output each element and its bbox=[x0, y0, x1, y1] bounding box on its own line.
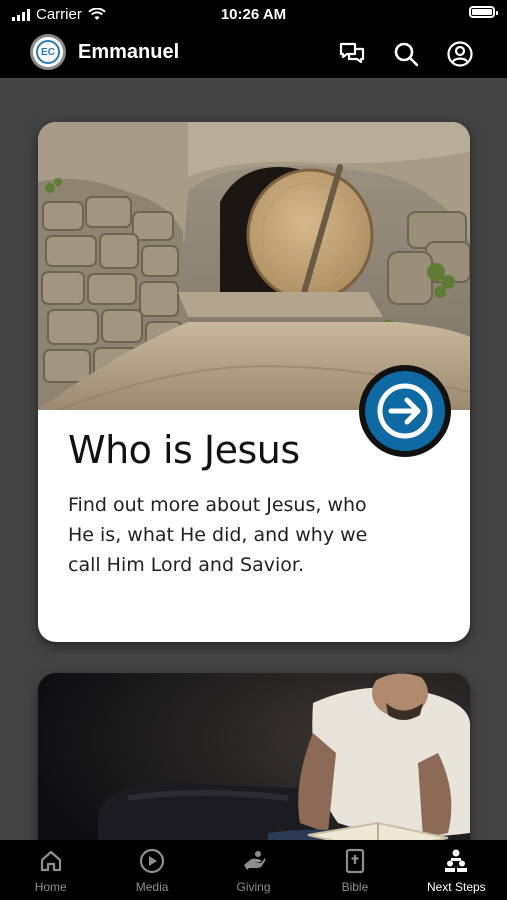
tab-media[interactable]: Media bbox=[101, 840, 202, 900]
content-card[interactable]: Who is Jesus Find out more about Jesus, … bbox=[38, 122, 470, 642]
bottom-tab-bar: Home Media Giving Bible Next Steps bbox=[0, 840, 507, 900]
status-time: 10:26 AM bbox=[220, 6, 287, 23]
tab-bible[interactable]: Bible bbox=[304, 840, 405, 900]
battery-icon bbox=[469, 6, 498, 18]
chat-bubbles-icon bbox=[339, 42, 365, 64]
tab-giving[interactable]: Giving bbox=[203, 840, 304, 900]
play-icon bbox=[140, 848, 165, 874]
arrow-right-circle-icon bbox=[365, 371, 445, 451]
home-icon bbox=[40, 850, 61, 872]
tab-home-label: Home bbox=[34, 880, 67, 894]
open-card-button[interactable] bbox=[359, 365, 451, 457]
tab-next-steps[interactable]: Next Steps bbox=[406, 840, 507, 900]
giving-hand-icon bbox=[243, 851, 266, 870]
status-bar: Carrier 10:26 AM bbox=[0, 0, 507, 30]
tab-next-steps-label: Next Steps bbox=[426, 880, 486, 894]
church-name: Emmanuel bbox=[78, 41, 180, 63]
bible-icon bbox=[345, 848, 365, 874]
search-button[interactable] bbox=[392, 40, 420, 68]
top-nav-bar: EC Emmanuel bbox=[0, 30, 507, 78]
logo-text: EC bbox=[36, 40, 60, 64]
card-title: Who is Jesus bbox=[68, 428, 300, 472]
search-icon bbox=[394, 42, 419, 67]
tab-media-label: Media bbox=[135, 880, 169, 894]
card-description: Find out more about Jesus, who He is, wh… bbox=[68, 494, 368, 576]
profile-icon bbox=[447, 41, 473, 67]
profile-button[interactable] bbox=[446, 40, 474, 68]
next-steps-icon bbox=[445, 849, 468, 872]
church-logo[interactable]: EC bbox=[30, 34, 66, 70]
tab-giving-label: Giving bbox=[236, 880, 271, 894]
tab-bible-label: Bible bbox=[341, 880, 369, 894]
tab-home[interactable]: Home bbox=[0, 840, 101, 900]
messages-button[interactable] bbox=[338, 40, 366, 68]
